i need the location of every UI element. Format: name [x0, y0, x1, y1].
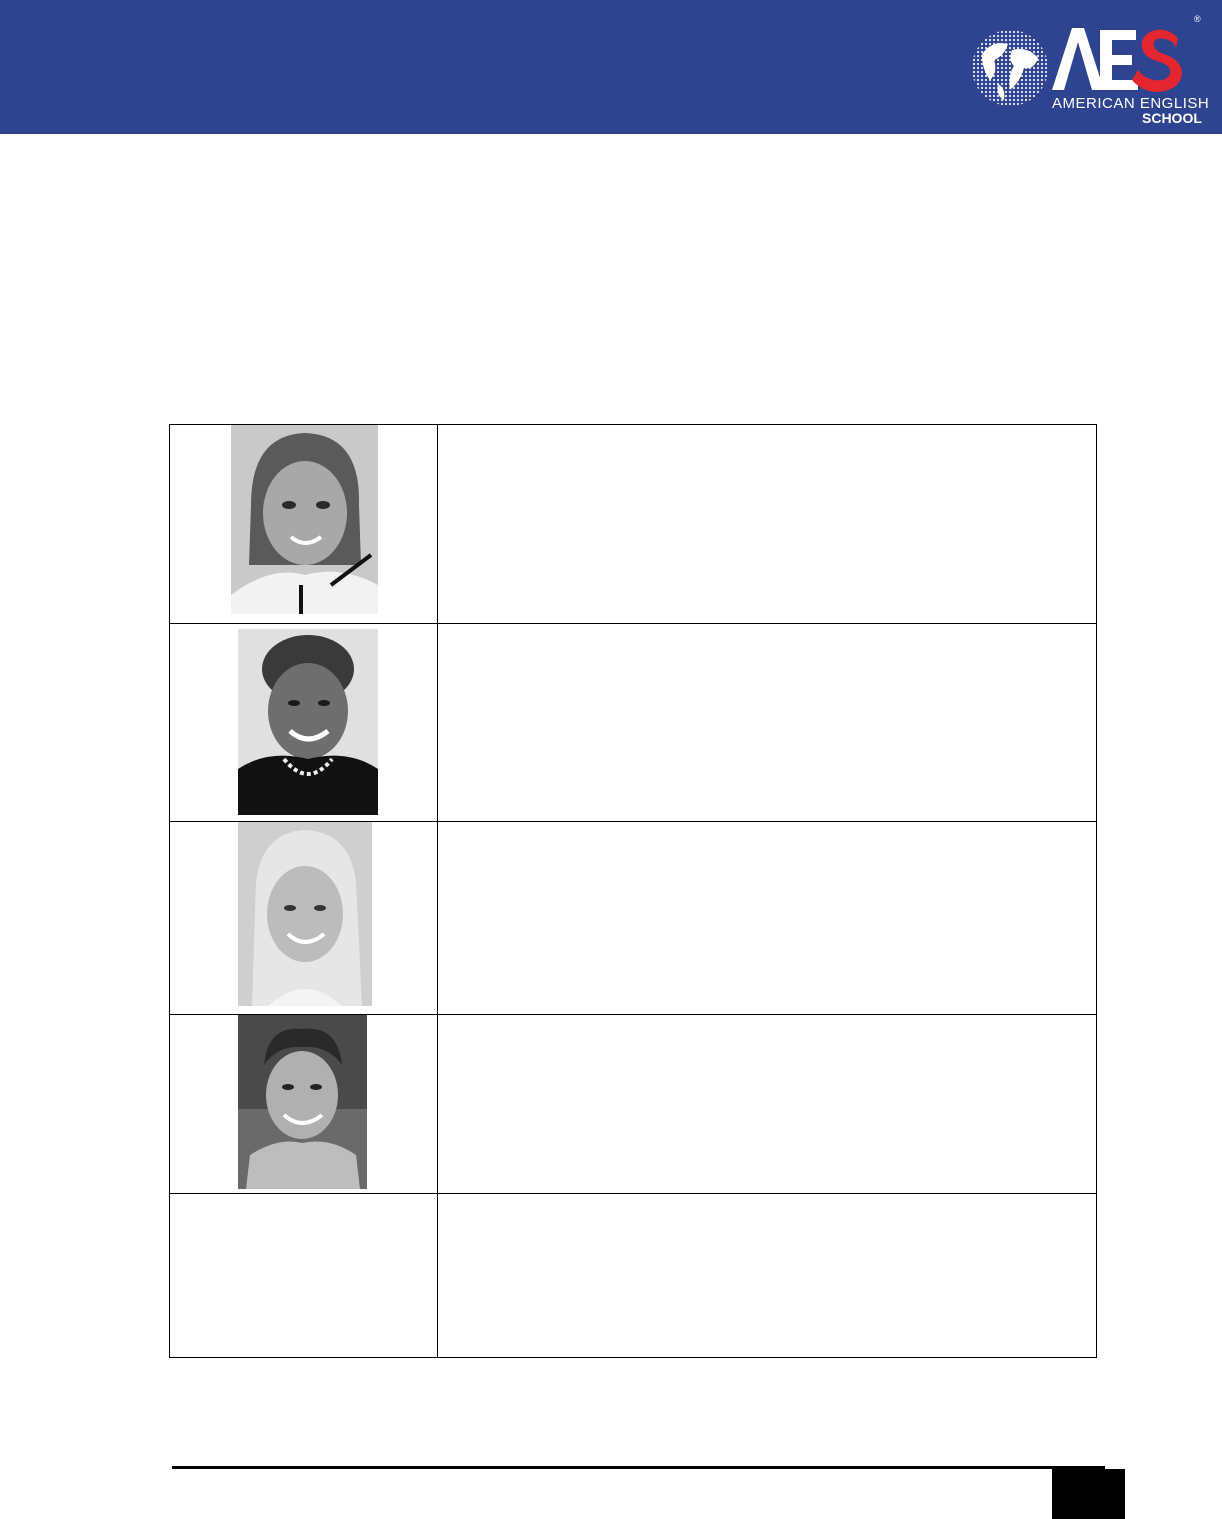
- page-number-box: [1052, 1469, 1125, 1519]
- photo-cell: [169, 1193, 438, 1358]
- boy-portrait-1: [238, 629, 378, 815]
- photo-cell: [169, 424, 438, 624]
- table-row: [169, 1193, 1098, 1358]
- footer-rule: [172, 1466, 1105, 1469]
- registered-mark: ®: [1194, 14, 1201, 24]
- profiles-table: [169, 424, 1098, 1358]
- girl-portrait-2: [238, 822, 372, 1006]
- text-cell: [436, 821, 1098, 1015]
- table-row: [169, 424, 1098, 624]
- table-row: [169, 821, 1098, 1015]
- logo-name-line2: SCHOOL: [1142, 110, 1202, 126]
- table-row: [169, 623, 1098, 822]
- text-cell: [436, 623, 1098, 822]
- text-cell: [436, 424, 1098, 624]
- photo-cell: [169, 623, 438, 822]
- photo-cell: [169, 821, 438, 1015]
- text-cell: [436, 1193, 1098, 1358]
- girl-portrait-1: [231, 425, 378, 614]
- boy-portrait-2: [238, 1015, 367, 1189]
- text-cell: [436, 1014, 1098, 1194]
- photo-cell: [169, 1014, 438, 1194]
- table-row: [169, 1014, 1098, 1194]
